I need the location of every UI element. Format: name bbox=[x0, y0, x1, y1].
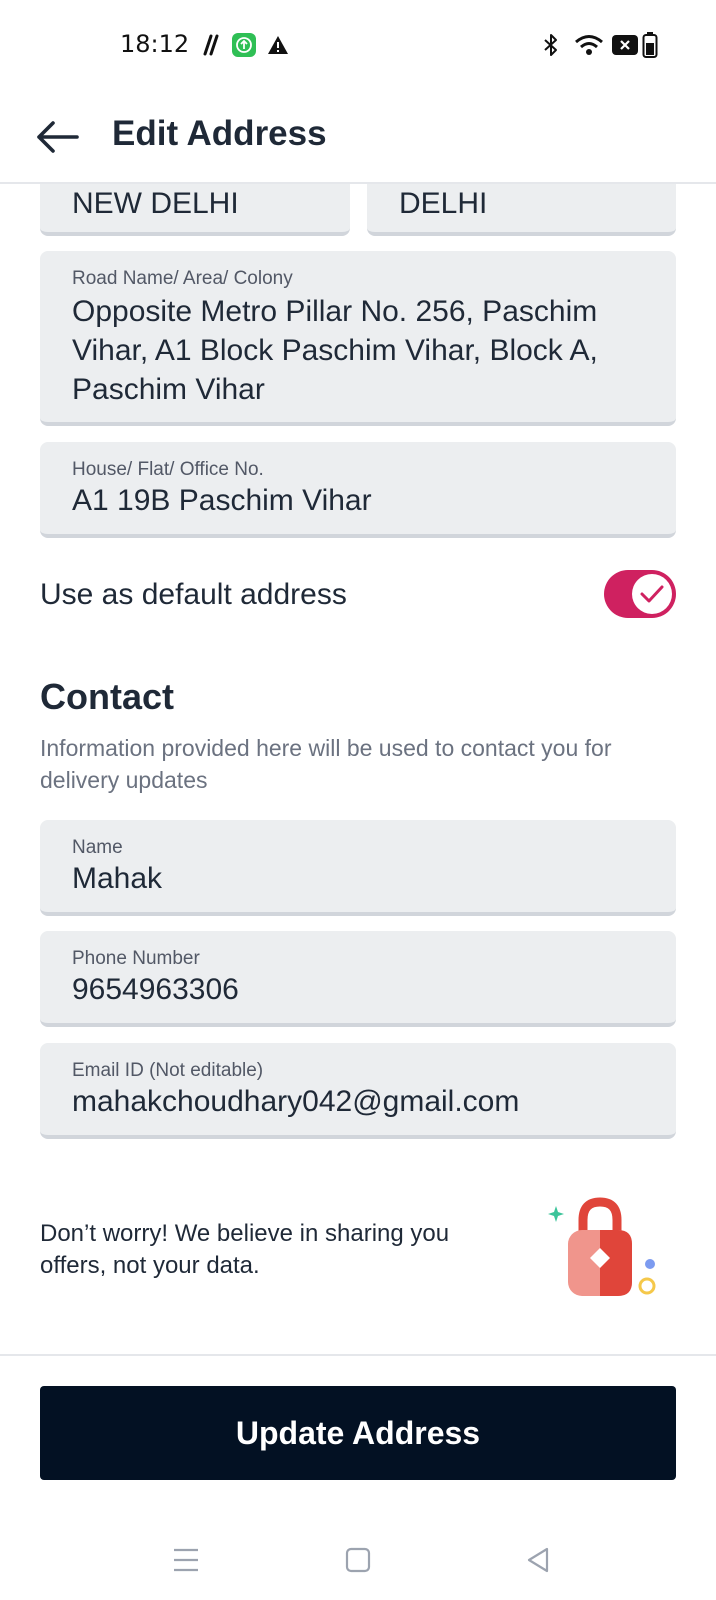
contact-section-description: Information provided here will be used t… bbox=[40, 735, 612, 793]
default-address-label: Use as default address bbox=[40, 578, 347, 611]
bluetooth-icon bbox=[540, 32, 562, 58]
state-value: DELHI bbox=[399, 187, 488, 220]
no-sim-icon bbox=[612, 32, 638, 58]
back-triangle-icon bbox=[527, 1547, 549, 1573]
menu-icon bbox=[174, 1548, 198, 1572]
city-value: NEW DELHI bbox=[72, 187, 239, 220]
upload-app-icon bbox=[232, 32, 256, 58]
checkmark-icon bbox=[640, 585, 664, 603]
back-arrow-icon bbox=[37, 121, 79, 153]
name-label: Name bbox=[72, 837, 123, 858]
house-number-value: A1 19B Paschim Vihar bbox=[72, 484, 372, 517]
update-address-button[interactable]: Update Address bbox=[40, 1386, 676, 1480]
default-address-row: Use as default address bbox=[40, 568, 676, 624]
email-value: mahakchoudhary042@gmail.com bbox=[72, 1085, 520, 1118]
road-area-value: Opposite Metro Pillar No. 256, Paschim V… bbox=[72, 295, 598, 406]
phone-number-field[interactable]: Phone Number 9654963306 bbox=[40, 931, 676, 1027]
email-label: Email ID (Not editable) bbox=[72, 1060, 264, 1081]
page-title: Edit Address bbox=[112, 114, 327, 153]
state-field[interactable]: DELHI bbox=[367, 184, 676, 236]
menu-nav-button[interactable] bbox=[164, 1538, 208, 1582]
status-bar: 18:12 bbox=[0, 0, 716, 92]
system-navigation-bar bbox=[0, 1520, 716, 1600]
house-number-field[interactable]: House/ Flat/ Office No. A1 19B Paschim V… bbox=[40, 442, 676, 538]
house-number-label: House/ Flat/ Office No. bbox=[72, 459, 264, 480]
home-nav-button[interactable] bbox=[336, 1538, 380, 1582]
phone-number-label: Phone Number bbox=[72, 948, 200, 969]
app-header: Edit Address bbox=[0, 92, 716, 184]
back-button[interactable] bbox=[30, 110, 84, 164]
default-address-toggle[interactable] bbox=[604, 570, 676, 618]
name-field[interactable]: Name Mahak bbox=[40, 820, 676, 916]
warning-icon bbox=[266, 32, 290, 58]
status-time: 18:12 bbox=[120, 30, 190, 58]
back-nav-button[interactable] bbox=[516, 1538, 560, 1582]
name-value: Mahak bbox=[72, 862, 163, 895]
road-area-label: Road Name/ Area/ Colony bbox=[72, 268, 293, 289]
toggle-knob bbox=[632, 574, 672, 614]
phone-number-value: 9654963306 bbox=[72, 973, 239, 1006]
road-area-field[interactable]: Road Name/ Area/ Colony Opposite Metro P… bbox=[40, 251, 676, 426]
wifi-icon bbox=[573, 32, 605, 58]
city-field[interactable]: NEW DELHI bbox=[40, 184, 350, 236]
email-field: Email ID (Not editable) mahakchoudhary04… bbox=[40, 1043, 676, 1139]
battery-icon bbox=[642, 32, 658, 58]
bottom-divider bbox=[0, 1354, 716, 1356]
contact-section-title: Contact bbox=[40, 676, 174, 717]
privacy-note: Don’t worry! We believe in sharing you o… bbox=[40, 1220, 450, 1279]
lock-illustration-icon bbox=[546, 1196, 670, 1312]
home-square-icon bbox=[345, 1547, 371, 1573]
n-fc-icon bbox=[200, 32, 222, 58]
